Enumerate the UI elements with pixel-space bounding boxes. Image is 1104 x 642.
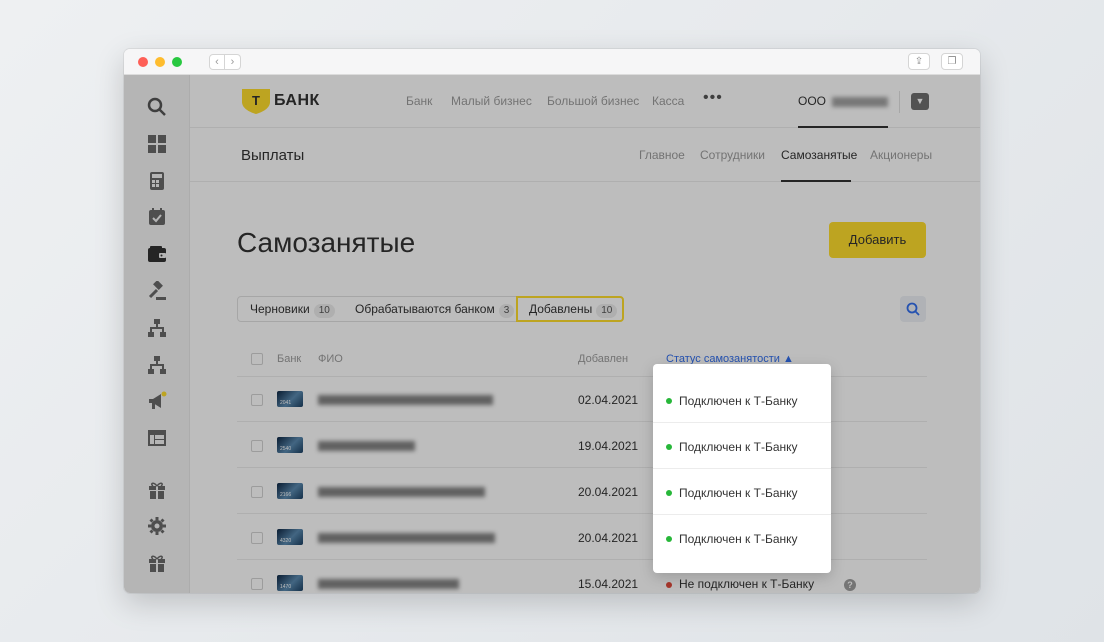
status-cell: Подключен к Т-Банку bbox=[653, 516, 831, 562]
status-cell: Подключен к Т-Банку bbox=[653, 470, 831, 516]
share-icon[interactable]: ⇪ bbox=[908, 53, 930, 70]
status-cell: Подключен к Т-Банку bbox=[653, 378, 831, 424]
status-text: Подключен к Т-Банку bbox=[679, 486, 798, 500]
status-popover: Подключен к Т-Банку Подключен к Т-Банку … bbox=[653, 364, 831, 573]
status-dot bbox=[666, 398, 672, 404]
back-button[interactable]: ‹ bbox=[209, 54, 225, 70]
tabs-icon[interactable]: ❐ bbox=[941, 53, 963, 70]
browser-window: ‹ › ⇪ ❐ Т БАНК Банк Малый бизнес Большой… bbox=[124, 49, 980, 593]
status-text: Подключен к Т-Банку bbox=[679, 394, 798, 408]
modal-overlay bbox=[124, 75, 980, 593]
minimize-window-button[interactable] bbox=[155, 57, 165, 67]
status-text: Подключен к Т-Банку bbox=[679, 532, 798, 546]
title-bar: ‹ › ⇪ ❐ bbox=[124, 49, 980, 75]
row-divider bbox=[653, 468, 831, 469]
status-dot bbox=[666, 490, 672, 496]
row-divider bbox=[653, 422, 831, 423]
app-content: Т БАНК Банк Малый бизнес Большой бизнес … bbox=[124, 75, 980, 593]
status-dot bbox=[666, 444, 672, 450]
status-cell: Подключен к Т-Банку bbox=[653, 424, 831, 470]
forward-button[interactable]: › bbox=[225, 54, 241, 70]
maximize-window-button[interactable] bbox=[172, 57, 182, 67]
row-divider bbox=[653, 514, 831, 515]
status-text: Подключен к Т-Банку bbox=[679, 440, 798, 454]
status-dot bbox=[666, 536, 672, 542]
close-window-button[interactable] bbox=[138, 57, 148, 67]
